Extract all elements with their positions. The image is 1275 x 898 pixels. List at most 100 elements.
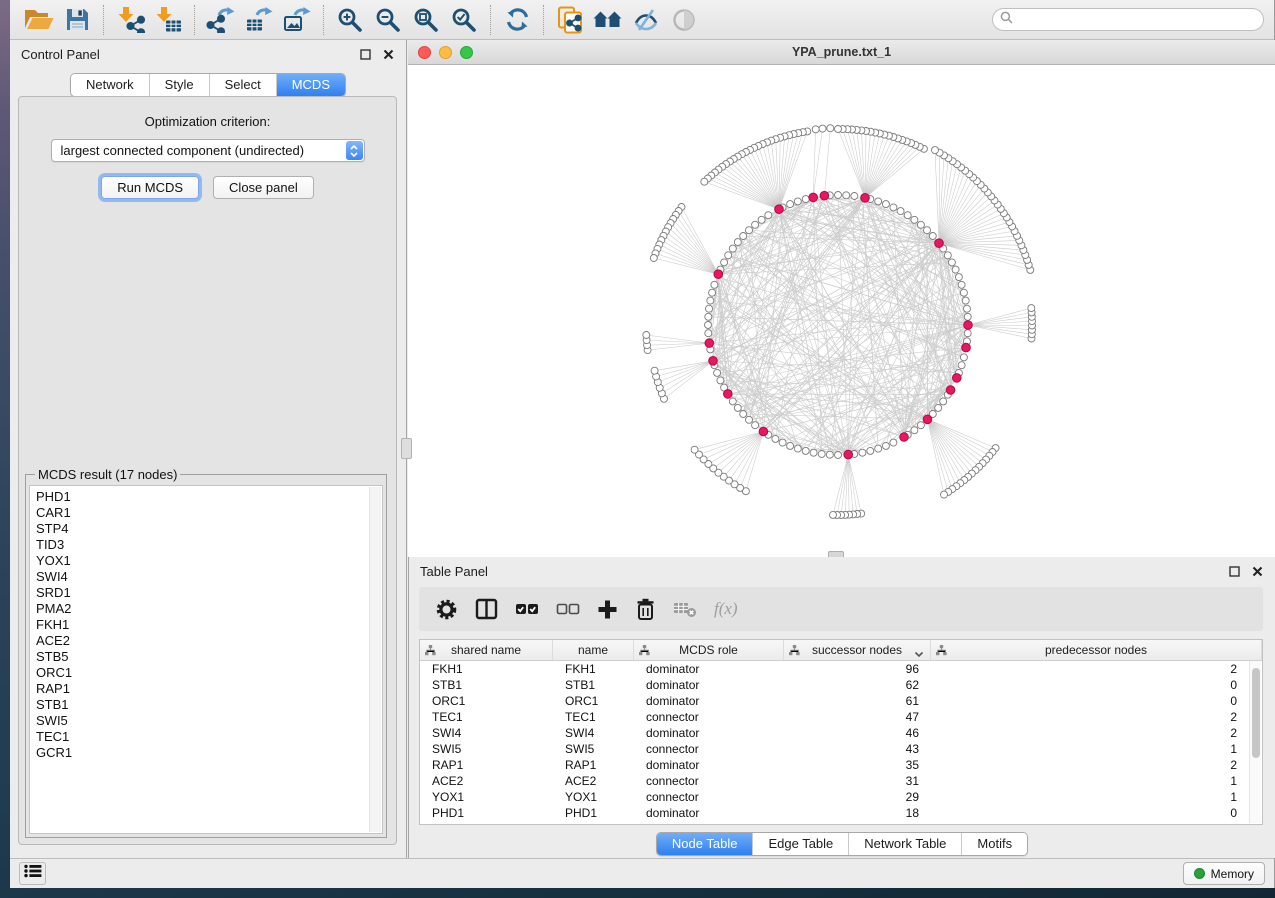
criterion-select[interactable]: largest connected component (undirected)	[51, 139, 365, 162]
mcds-node-item[interactable]: FKH1	[36, 617, 382, 633]
table-cell: TEC1	[420, 710, 553, 724]
tab-style[interactable]: Style	[149, 74, 209, 96]
mcds-node-item[interactable]: TID3	[36, 537, 382, 553]
mcds-node-item[interactable]: STB5	[36, 649, 382, 665]
float-panel-icon[interactable]	[358, 47, 372, 61]
mcds-node-item[interactable]: SWI4	[36, 569, 382, 585]
unselect-all-icon[interactable]	[556, 602, 580, 616]
node-table: shared namenameMCDS role successor nodes p…	[419, 639, 1263, 825]
export-network-icon[interactable]	[202, 3, 240, 37]
save-icon[interactable]	[58, 3, 96, 37]
table-row[interactable]: SWI4SWI4dominator462	[420, 725, 1249, 741]
search-input[interactable]	[1018, 13, 1256, 27]
mcds-node-item[interactable]: PMA2	[36, 601, 382, 617]
zoom-in-icon[interactable]	[331, 3, 369, 37]
tab-network[interactable]: Network	[71, 74, 149, 96]
table-row[interactable]: STB1STB1dominator620	[420, 677, 1249, 693]
close-panel-icon[interactable]	[381, 47, 395, 61]
table-row[interactable]: FKH1FKH1dominator962	[420, 661, 1249, 677]
table-cell: connector	[634, 710, 784, 724]
search-box[interactable]	[992, 8, 1264, 31]
table-cell: PHD1	[553, 806, 634, 820]
mcds-node-item[interactable]: YOX1	[36, 553, 382, 569]
close-window-icon[interactable]	[418, 46, 431, 59]
table-cell: 47	[784, 710, 931, 724]
column-header-MCDS-role[interactable]: MCDS role	[634, 640, 784, 660]
column-header-predecessor-nodes[interactable]: predecessor nodes	[931, 640, 1262, 660]
zoom-out-icon[interactable]	[369, 3, 407, 37]
table-row[interactable]: SWI5SWI5connector431	[420, 741, 1249, 757]
table-row[interactable]: ORC1ORC1dominator610	[420, 693, 1249, 709]
tab-mcds[interactable]: MCDS	[276, 74, 345, 96]
table-cell: YOX1	[420, 790, 553, 804]
table-row[interactable]: TEC1TEC1connector472	[420, 709, 1249, 725]
select-all-icon[interactable]	[515, 602, 539, 616]
mcds-node-item[interactable]: STP4	[36, 521, 382, 537]
import-network-icon[interactable]	[111, 3, 149, 37]
tab-node-table[interactable]: Node Table	[657, 833, 753, 855]
zoom-fit-icon[interactable]	[407, 3, 445, 37]
memory-button[interactable]: Memory	[1183, 862, 1265, 885]
network-canvas[interactable]	[408, 65, 1275, 557]
columns-icon[interactable]	[475, 598, 498, 620]
toolbar-separator	[103, 5, 104, 35]
table-cell: 0	[931, 806, 1249, 820]
table-scrollbar[interactable]	[1249, 661, 1261, 823]
birdseye-home-icon[interactable]	[589, 3, 627, 37]
table-cell: PHD1	[420, 806, 553, 820]
table-cell: dominator	[634, 662, 784, 676]
mcds-list-scrollbar[interactable]	[369, 487, 381, 832]
tab-edge-table[interactable]: Edge Table	[752, 833, 848, 855]
zoom-selected-icon[interactable]	[445, 3, 483, 37]
mcds-node-item[interactable]: SWI5	[36, 713, 382, 729]
mcds-node-item[interactable]: STB1	[36, 697, 382, 713]
add-column-icon[interactable]	[597, 599, 618, 620]
column-header-name[interactable]: name	[553, 640, 634, 660]
column-label: successor nodes	[812, 643, 902, 657]
tab-network-table[interactable]: Network Table	[848, 833, 961, 855]
hide-details-icon[interactable]	[627, 3, 665, 37]
mcds-node-item[interactable]: SRD1	[36, 585, 382, 601]
toolbar-separator	[323, 5, 324, 35]
column-type-icon	[936, 645, 947, 659]
mcds-node-item[interactable]: ACE2	[36, 633, 382, 649]
float-table-panel-icon[interactable]	[1227, 564, 1241, 578]
delete-column-icon[interactable]	[635, 598, 656, 621]
table-scrollbar-thumb[interactable]	[1252, 668, 1260, 758]
import-table-icon[interactable]	[149, 3, 187, 37]
column-header-shared-name[interactable]: shared name	[420, 640, 553, 660]
close-table-panel-icon[interactable]	[1250, 564, 1264, 578]
mcds-result-title: MCDS result (17 nodes)	[35, 467, 180, 482]
open-icon[interactable]	[20, 3, 58, 37]
gear-icon[interactable]	[435, 598, 458, 621]
export-image-icon[interactable]	[278, 3, 316, 37]
column-header-successor-nodes[interactable]: successor nodes	[784, 640, 931, 660]
tab-select[interactable]: Select	[209, 74, 276, 96]
apply-layout-icon[interactable]	[498, 3, 536, 37]
network-graph[interactable]	[408, 65, 1275, 557]
table-row[interactable]: RAP1RAP1dominator352	[420, 757, 1249, 773]
maximize-window-icon[interactable]	[460, 46, 473, 59]
mcds-node-item[interactable]: PHD1	[36, 489, 382, 505]
close-panel-button[interactable]: Close panel	[213, 176, 314, 199]
table-cell: 1	[931, 790, 1249, 804]
table-row[interactable]: YOX1YOX1connector291	[420, 789, 1249, 805]
table-toolbar: f(x)	[419, 587, 1263, 631]
vertical-split-handle[interactable]	[401, 438, 412, 459]
table-row[interactable]: PHD1PHD1dominator180	[420, 805, 1249, 821]
table-cell: ACE2	[420, 774, 553, 788]
table-row[interactable]: ACE2ACE2connector311	[420, 773, 1249, 789]
run-mcds-button[interactable]: Run MCDS	[101, 176, 199, 199]
table-cell: 2	[931, 662, 1249, 676]
mcds-node-item[interactable]: GCR1	[36, 745, 382, 761]
mcds-node-item[interactable]: ORC1	[36, 665, 382, 681]
mcds-node-item[interactable]: RAP1	[36, 681, 382, 697]
mcds-result-list[interactable]: PHD1CAR1STP4TID3YOX1SWI4SRD1PMA2FKH1ACE2…	[29, 485, 383, 834]
tab-motifs[interactable]: Motifs	[961, 833, 1027, 855]
mcds-node-item[interactable]: CAR1	[36, 505, 382, 521]
minimize-window-icon[interactable]	[439, 46, 452, 59]
mcds-node-item[interactable]: TEC1	[36, 729, 382, 745]
network-from-selection-icon[interactable]	[551, 3, 589, 37]
export-table-icon[interactable]	[240, 3, 278, 37]
task-history-button[interactable]	[19, 862, 46, 885]
